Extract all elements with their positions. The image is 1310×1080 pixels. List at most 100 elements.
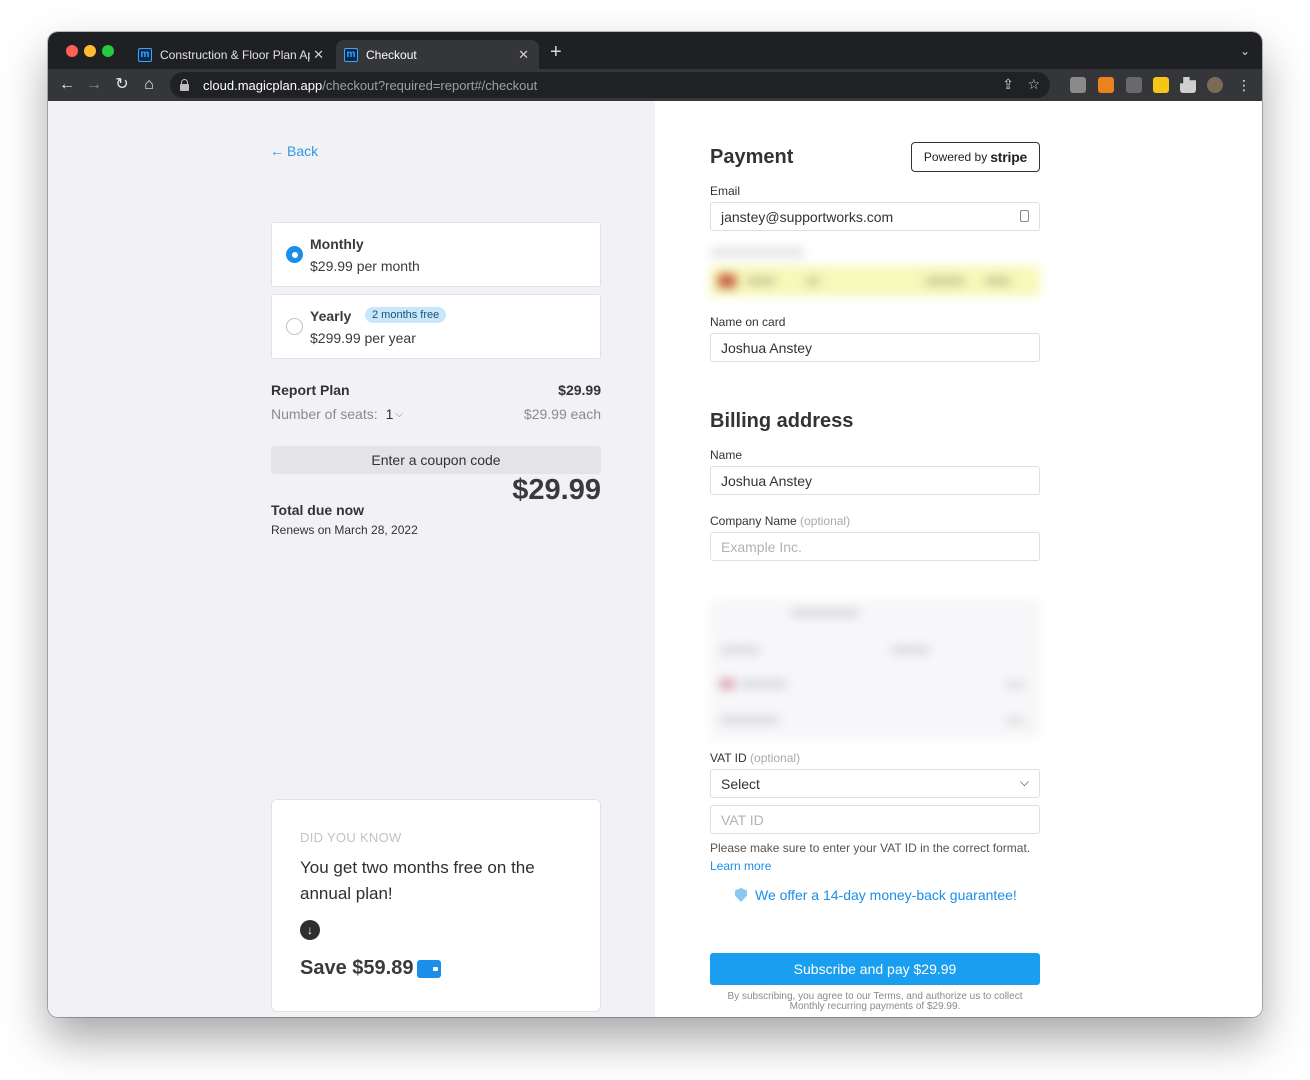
profile-avatar[interactable] <box>1207 77 1223 93</box>
powered-by-text: Powered by <box>923 150 988 164</box>
vat-select-value: Select <box>721 775 760 792</box>
email-label: Email <box>710 184 741 198</box>
did-you-know-card: DID YOU KNOW You get two months free on … <box>271 799 601 1012</box>
total-label: Total due now <box>271 502 365 518</box>
reload-icon[interactable]: ↻ <box>111 74 133 96</box>
company-name-label: Company Name (optional) <box>710 514 850 528</box>
share-icon[interactable]: ⇪ <box>1002 76 1014 93</box>
email-value: janstey@supportworks.com <box>721 208 894 225</box>
legal-text: By subscribing, you agree to our Terms, … <box>710 992 1040 1012</box>
vat-id-input[interactable]: VAT ID <box>710 805 1040 834</box>
subscribe-button[interactable]: Subscribe and pay $29.99 <box>710 953 1040 985</box>
shield-check-icon <box>735 888 747 902</box>
seats-selector[interactable]: Number of seats: 1 ⌵ <box>271 406 403 422</box>
plan-option-monthly[interactable]: Monthly $29.99 per month <box>271 222 601 287</box>
name-on-card-field[interactable]: Joshua Anstey <box>710 333 1040 362</box>
close-window-button[interactable] <box>66 45 78 57</box>
address-bar[interactable]: cloud.magicplan.app /checkout?required=r… <box>170 72 1050 98</box>
address-postal-blur <box>890 646 930 654</box>
tab-close-icon[interactable]: ✕ <box>313 47 324 63</box>
yearly-radio[interactable] <box>286 318 303 335</box>
save-amount: Save $59.89 <box>300 957 442 980</box>
optional-tag: (optional) <box>800 514 851 528</box>
page-content: ← Back Monthly $29.99 per month Yearly 2… <box>48 101 1262 1017</box>
optional-tag: (optional) <box>750 751 801 765</box>
bookmark-star-icon[interactable]: ☆ <box>1027 76 1040 93</box>
plan-price: $299.99 per year <box>310 330 416 346</box>
vat-id-label: VAT ID (optional) <box>710 751 800 765</box>
metamask-extension-icon[interactable] <box>1098 77 1114 93</box>
address-country-blur <box>738 680 788 688</box>
legal-line-2: Monthly recurring payments of $29.99. <box>789 1001 961 1012</box>
did-you-know-label: DID YOU KNOW <box>300 830 402 845</box>
browser-menu-icon[interactable]: ⋮ <box>1233 74 1255 96</box>
tab-title: Checkout <box>366 47 417 62</box>
billing-name-field[interactable]: Joshua Anstey <box>710 466 1040 495</box>
stripe-logo: stripe <box>990 149 1028 165</box>
card-info-label-blur <box>710 248 805 257</box>
country-flag-icon <box>720 679 734 689</box>
tab-title: Construction & Floor Plan App <box>160 47 310 62</box>
dark-extension-icon[interactable] <box>1126 77 1142 93</box>
arrow-down-circle-icon: ↓ <box>300 920 320 940</box>
card-number-blur <box>806 277 820 285</box>
extensions-puzzle-icon[interactable] <box>1180 77 1196 93</box>
powered-by-stripe-badge[interactable]: Powered by stripe <box>911 142 1040 172</box>
lock-icon <box>180 78 189 91</box>
new-tab-icon[interactable]: + <box>550 42 562 62</box>
address-line-blur <box>790 609 860 617</box>
back-arrow-icon[interactable]: ← <box>56 74 78 96</box>
money-back-guarantee: We offer a 14-day money-back guarantee! <box>735 887 1017 903</box>
vat-type-select[interactable]: Select ⌵ <box>710 769 1040 798</box>
plan-name-label: Report Plan <box>271 382 350 398</box>
vat-help-message: Please make sure to enter your VAT ID in… <box>710 841 1031 855</box>
billing-name-label: Name <box>710 448 743 462</box>
total-amount: $29.99 <box>512 474 601 506</box>
monthly-radio[interactable] <box>286 246 303 263</box>
card-information-blurred[interactable] <box>710 246 1040 298</box>
address-chevron-blur <box>1005 718 1025 724</box>
autofill-contact-icon[interactable] <box>1020 210 1029 222</box>
guarantee-text: We offer a 14-day money-back guarantee! <box>755 887 1017 903</box>
billing-title: Billing address <box>710 410 854 432</box>
url-path: /checkout?required=report#/checkout <box>322 77 538 93</box>
learn-more-link[interactable]: Learn more <box>710 859 771 873</box>
address-fields-blurred[interactable] <box>710 574 1040 739</box>
sticky-notes-extension-icon[interactable] <box>1153 77 1169 93</box>
seats-each: $29.99 each <box>523 406 601 422</box>
email-field[interactable]: janstey@supportworks.com <box>710 202 1040 231</box>
name-on-card-label: Name on card <box>710 315 786 329</box>
free-months-badge: 2 months free <box>365 307 447 323</box>
coupon-button[interactable]: Enter a coupon code <box>271 446 601 474</box>
payment-title: Payment <box>710 146 794 168</box>
address-chevron-blur <box>1005 682 1025 688</box>
vat-label-text: VAT ID <box>710 751 747 765</box>
plan-option-yearly[interactable]: Yearly 2 months free $299.99 per year <box>271 294 601 359</box>
chevron-down-icon: ⌵ <box>1019 775 1029 789</box>
renews-text: Renews on March 28, 2022 <box>271 523 418 537</box>
minimize-window-button[interactable] <box>84 45 96 57</box>
tab-construction[interactable]: m Construction & Floor Plan App ✕ <box>134 40 334 69</box>
card-cvc-blur <box>985 277 1011 285</box>
camera-extension-icon[interactable] <box>1070 77 1086 93</box>
tab-checkout[interactable]: m Checkout ✕ <box>336 40 539 69</box>
tab-search-chevron-icon[interactable]: ⌄ <box>1240 44 1250 58</box>
company-label-text: Company Name <box>710 514 797 528</box>
plan-amount: $29.99 <box>558 382 601 398</box>
zoom-window-button[interactable] <box>102 45 114 57</box>
tab-close-icon[interactable]: ✕ <box>518 47 529 63</box>
order-summary-panel: ← Back Monthly $29.99 per month Yearly 2… <box>48 101 655 1017</box>
card-number-blur <box>746 277 776 285</box>
home-icon[interactable]: ⌂ <box>138 74 160 96</box>
seats-label: Number of seats: <box>271 406 378 422</box>
browser-window: m Construction & Floor Plan App ✕ m Chec… <box>48 32 1262 1017</box>
forward-arrow-icon[interactable]: → <box>83 74 105 96</box>
url-host: cloud.magicplan.app <box>203 77 323 93</box>
back-link[interactable]: ← Back <box>270 143 318 159</box>
save-text: Save $59.89 <box>300 957 414 979</box>
magicplan-favicon-icon: m <box>138 47 152 62</box>
card-number-field-blur <box>710 266 1040 296</box>
payment-panel: Payment Powered by stripe Email janstey@… <box>655 101 1262 1017</box>
company-name-input[interactable]: Example Inc. <box>710 532 1040 561</box>
card-expiry-blur <box>925 277 965 285</box>
